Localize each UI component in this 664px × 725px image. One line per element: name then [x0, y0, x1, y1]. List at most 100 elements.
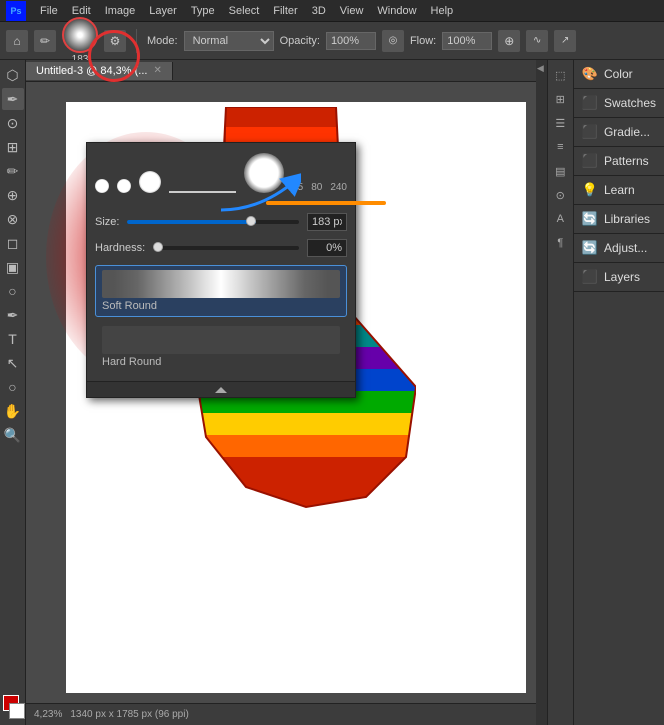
smoothing-icon[interactable]: ∿ [526, 30, 548, 52]
lasso-tool[interactable]: ⊙ [2, 112, 24, 134]
gradient-tool[interactable]: ▣ [2, 256, 24, 278]
panel-collapse-strip[interactable]: ◀ [536, 60, 548, 725]
adjustments-icon: 🔄 [582, 240, 598, 256]
canvas-content[interactable]: 15 80 240 Size: Hardness: [26, 82, 536, 703]
background-color[interactable] [9, 703, 25, 719]
size-value-input[interactable] [307, 213, 347, 231]
brush-preview-button[interactable] [62, 17, 98, 53]
document-tab[interactable]: Untitled-3 @ 84,3% (... ✕ [26, 62, 173, 80]
panel-icon-3[interactable]: ☰ [549, 112, 571, 134]
panel-icon-5[interactable]: ▤ [549, 160, 571, 182]
adjustments-section: 🔄 Adjust... [574, 234, 664, 263]
gradients-section: ⬛ Gradie... [574, 118, 664, 147]
patterns-section-header[interactable]: ⬛ Patterns [574, 147, 664, 175]
crop-tool[interactable]: ⊞ [2, 136, 24, 158]
healing-tool[interactable]: ⊕ [2, 184, 24, 206]
menu-help[interactable]: Help [431, 5, 454, 17]
color-section-header[interactable]: 🎨 Color [574, 60, 664, 88]
menu-select[interactable]: Select [229, 5, 260, 17]
opacity-input[interactable] [326, 32, 376, 50]
move-tool[interactable]: ⬡ [2, 64, 24, 86]
menubar: Ps File Edit Image Layer Type Select Fil… [0, 0, 664, 22]
menu-view[interactable]: View [340, 5, 364, 17]
dodge-tool[interactable]: ○ [2, 280, 24, 302]
hand-tool[interactable]: ✋ [2, 400, 24, 422]
panel-icon-8[interactable]: ¶ [549, 232, 571, 254]
clone-tool[interactable]: ⊗ [2, 208, 24, 230]
menu-window[interactable]: Window [377, 5, 416, 17]
brush-size-15: 15 [292, 182, 303, 193]
patterns-section: ⬛ Patterns [574, 147, 664, 176]
brush-settings-icon[interactable]: ⚙ [104, 30, 126, 52]
hard-round-preview [102, 326, 340, 354]
pen-tool[interactable]: ✒ [2, 304, 24, 326]
collapse-icon: ◀ [536, 64, 546, 74]
brush-item-soft-round[interactable]: Soft Round [95, 265, 347, 317]
color-label: Color [604, 67, 633, 81]
brush-small2-preview [117, 179, 131, 193]
angle-icon[interactable]: ↗ [554, 30, 576, 52]
menu-type[interactable]: Type [191, 5, 215, 17]
adjustments-section-header[interactable]: 🔄 Adjust... [574, 234, 664, 262]
panel-icon-7[interactable]: A [549, 208, 571, 230]
size-slider-thumb[interactable] [246, 216, 256, 226]
size-row: Size: [87, 209, 355, 235]
right-panel-container: ◀ ⬚ ⊞ ☰ ≡ ▤ ⊙ A ¶ 🎨 Color ⬛ Swa [536, 60, 664, 725]
hardness-thumb[interactable] [153, 242, 163, 252]
panel-icon-2[interactable]: ⊞ [549, 88, 571, 110]
brush-tool-icon[interactable]: ✏ [34, 30, 56, 52]
text-tool[interactable]: T [2, 328, 24, 350]
hardness-label: Hardness: [95, 242, 145, 254]
panel-icon-4[interactable]: ≡ [549, 136, 571, 158]
patterns-label: Patterns [604, 154, 649, 168]
swatches-section-header[interactable]: ⬛ Swatches [574, 89, 664, 117]
toolbox: ⬡ ✒ ⊙ ⊞ ✏ ⊕ ⊗ ◻ ▣ ○ ✒ T ↖ ○ ✋ 🔍 [0, 60, 26, 725]
mode-select[interactable]: Normal [184, 31, 274, 51]
soft-round-preview [102, 270, 340, 298]
panel-sections: 🎨 Color ⬛ Swatches ⬛ Gradie... ⬛ [574, 60, 664, 725]
menu-layer[interactable]: Layer [149, 5, 177, 17]
brush-med-preview [139, 171, 161, 193]
learn-section: 💡 Learn [574, 176, 664, 205]
brush-small-preview [95, 179, 109, 193]
pressure-icon[interactable]: ◎ [382, 30, 404, 52]
size-label: Size: [95, 216, 119, 228]
layers-icon: ⬛ [582, 269, 598, 285]
color-icon: 🎨 [582, 66, 598, 82]
panel-icon-strip: ⬚ ⊞ ☰ ≡ ▤ ⊙ A ¶ [548, 60, 574, 725]
hardness-value-input[interactable] [307, 239, 347, 257]
layers-section: ⬛ Layers [574, 263, 664, 292]
home-icon[interactable]: ⌂ [6, 30, 28, 52]
brush-tool[interactable]: ✒ [2, 88, 24, 110]
separator [136, 29, 137, 53]
orange-line-annotation [266, 201, 386, 205]
eraser-tool[interactable]: ◻ [2, 232, 24, 254]
flow-input[interactable] [442, 32, 492, 50]
gradients-label: Gradie... [604, 125, 650, 139]
panel-icon-6[interactable]: ⊙ [549, 184, 571, 206]
menu-filter[interactable]: Filter [273, 5, 297, 17]
eyedropper-tool[interactable]: ✏ [2, 160, 24, 182]
layers-section-header[interactable]: ⬛ Layers [574, 263, 664, 291]
menu-3d[interactable]: 3D [312, 5, 326, 17]
zoom-level: 4,23% [34, 709, 62, 720]
menu-file[interactable]: File [40, 5, 58, 17]
gradients-section-header[interactable]: ⬛ Gradie... [574, 118, 664, 146]
size-slider-fill [127, 220, 256, 224]
airbrush-icon[interactable]: ⊕ [498, 30, 520, 52]
toolbar-top: ⌂ ✏ 183 ⚙ Mode: Normal Opacity: ◎ Flow: … [0, 22, 664, 60]
path-tool[interactable]: ↖ [2, 352, 24, 374]
libraries-section-header[interactable]: 🔄 Libraries [574, 205, 664, 233]
brush-item-hard-round[interactable]: Hard Round [95, 321, 347, 373]
learn-section-header[interactable]: 💡 Learn [574, 176, 664, 204]
status-bar: 4,23% 1340 px x 1785 px (96 ppi) [26, 703, 536, 725]
panel-icon-1[interactable]: ⬚ [549, 64, 571, 86]
popup-expand-icon[interactable] [215, 387, 227, 393]
size-slider[interactable] [127, 220, 299, 224]
zoom-tool[interactable]: 🔍 [2, 424, 24, 446]
shape-tool[interactable]: ○ [2, 376, 24, 398]
menu-edit[interactable]: Edit [72, 5, 91, 17]
menu-image[interactable]: Image [105, 5, 136, 17]
hardness-slider[interactable] [153, 246, 299, 250]
tab-close-icon[interactable]: ✕ [153, 65, 161, 76]
